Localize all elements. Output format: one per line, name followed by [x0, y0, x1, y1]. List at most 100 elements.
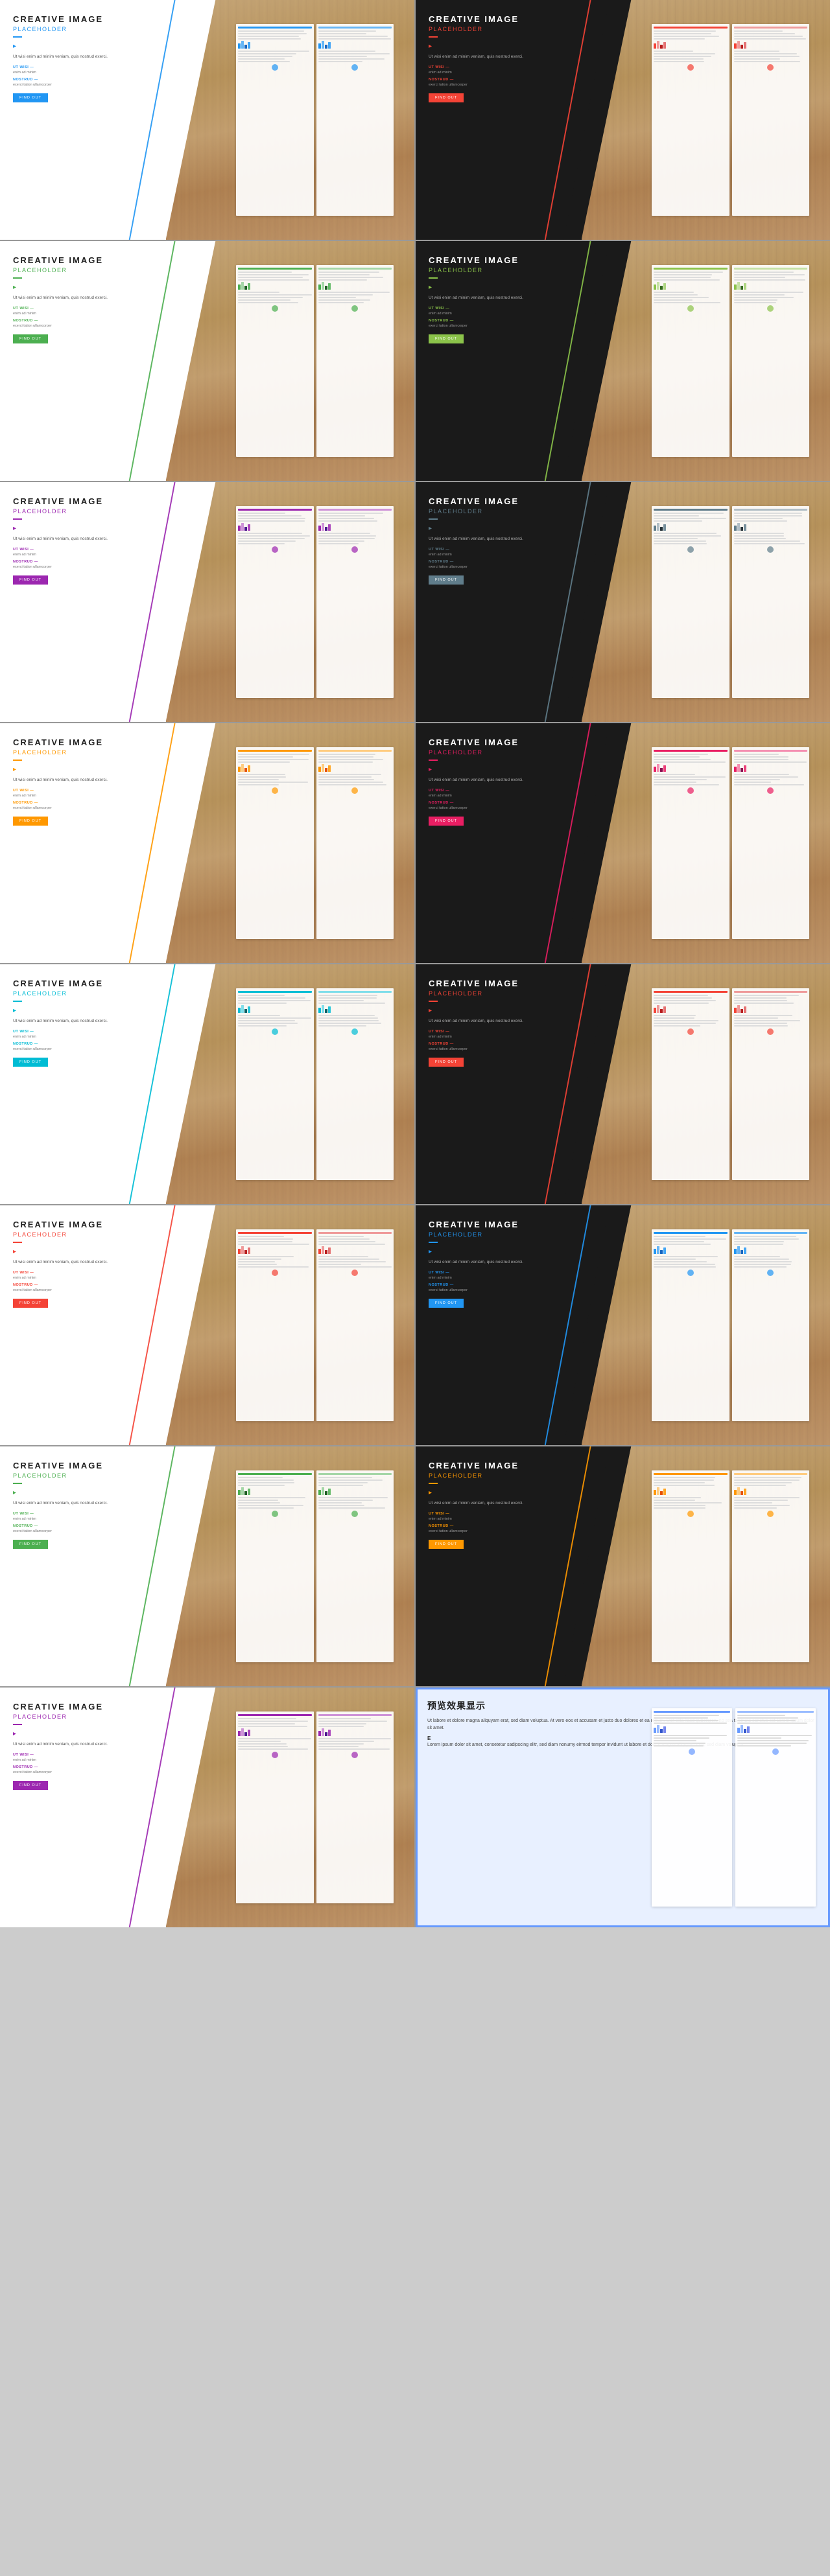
doc-page [236, 24, 313, 216]
card-2: CREATIVE IMAGEPLACEHOLDER▸Ut wisi enim a… [416, 0, 830, 240]
meta-section: Ut wisi —enim ad minimNostrud —exerci ta… [13, 1753, 176, 1776]
meta-text-1: enim ad minim [429, 1517, 592, 1522]
meta-section: Ut wisi —enim ad minimNostrud —exerci ta… [429, 65, 592, 88]
meta-text-1: enim ad minim [429, 312, 592, 317]
meta-label-2: Nostrud — [429, 319, 592, 323]
card-body: Ut wisi enim ad minim veniam, quis nostr… [429, 1500, 592, 1507]
card-13: CREATIVE IMAGEPLACEHOLDER▸Ut wisi enim a… [0, 1446, 414, 1686]
accent-divider [13, 1242, 22, 1243]
action-button[interactable]: Find out [13, 575, 48, 585]
accent-divider [429, 1242, 438, 1243]
doc-mock [236, 1229, 394, 1421]
meta-text-1: enim ad minim [429, 71, 592, 76]
doc-mock [652, 265, 809, 457]
meta-section: Ut wisi —enim ad minimNostrud —exerci ta… [13, 307, 176, 329]
doc-page [652, 265, 729, 457]
card-6: CREATIVE IMAGEPLACEHOLDER▸Ut wisi enim a… [416, 482, 830, 722]
doc-mock [236, 265, 394, 457]
card-11: CREATIVE IMAGEPLACEHOLDER▸Ut wisi enim a… [0, 1205, 414, 1445]
card-body: Ut wisi enim ad minim veniam, quis nostr… [13, 295, 176, 301]
card-body: Ut wisi enim ad minim veniam, quis nostr… [429, 295, 592, 301]
doc-page [316, 988, 394, 1180]
card-body: Ut wisi enim ad minim veniam, quis nostr… [13, 1741, 176, 1748]
doc-page [316, 1712, 394, 1903]
card-body: Ut wisi enim ad minim veniam, quis nostr… [13, 1018, 176, 1025]
doc-page [236, 265, 313, 457]
doc-mock [236, 1712, 394, 1903]
doc-page [652, 24, 729, 216]
accent-divider [429, 1001, 438, 1002]
doc-page [236, 1470, 313, 1662]
action-button[interactable]: Find out [429, 575, 464, 585]
card-body: Ut wisi enim ad minim veniam, quis nostr… [13, 54, 176, 60]
action-button[interactable]: Find out [429, 1540, 464, 1549]
meta-label-1: Ut wisi — [13, 789, 176, 793]
card-body: Ut wisi enim ad minim veniam, quis nostr… [429, 1259, 592, 1266]
accent-divider [13, 1483, 22, 1484]
meta-text-1: enim ad minim [13, 1758, 176, 1763]
action-button[interactable]: Find out [13, 334, 48, 343]
meta-text-2: exerci tation ullamcorper [429, 83, 592, 88]
meta-label-1: Ut wisi — [429, 307, 592, 310]
card-7: CREATIVE IMAGEPLACEHOLDER▸Ut wisi enim a… [0, 723, 414, 963]
action-button[interactable]: Find out [429, 93, 464, 102]
main-grid: CREATIVE IMAGEPLACEHOLDER▸Ut wisi enim a… [0, 0, 830, 1927]
action-button[interactable]: Find out [429, 1058, 464, 1067]
action-button[interactable]: Find out [13, 817, 48, 826]
card-10: CREATIVE IMAGEPLACEHOLDER▸Ut wisi enim a… [416, 964, 830, 1204]
meta-text-1: enim ad minim [13, 553, 176, 558]
card-12: CREATIVE IMAGEPLACEHOLDER▸Ut wisi enim a… [416, 1205, 830, 1445]
card-body: Ut wisi enim ad minim veniam, quis nostr… [13, 536, 176, 542]
card-8: CREATIVE IMAGEPLACEHOLDER▸Ut wisi enim a… [416, 723, 830, 963]
meta-label-1: Ut wisi — [13, 1753, 176, 1757]
meta-text-1: enim ad minim [13, 312, 176, 317]
card-body: Ut wisi enim ad minim veniam, quis nostr… [429, 536, 592, 542]
meta-section: Ut wisi —enim ad minimNostrud —exerci ta… [429, 1271, 592, 1294]
card-body: Ut wisi enim ad minim veniam, quis nostr… [429, 1018, 592, 1025]
action-button[interactable]: Find out [13, 93, 48, 102]
meta-text-2: exerci tation ullamcorper [429, 1288, 592, 1294]
card-16: 预览效果显示Ut labore et dolore magna aliquyam… [416, 1688, 830, 1927]
action-button[interactable]: Find out [429, 334, 464, 343]
accent-divider [429, 518, 438, 520]
accent-divider [13, 1724, 22, 1725]
meta-text-2: exerci tation ullamcorper [429, 1529, 592, 1535]
action-button[interactable]: Find out [13, 1058, 48, 1067]
meta-text-1: enim ad minim [429, 1276, 592, 1281]
card-body: Ut wisi enim ad minim veniam, quis nostr… [13, 1259, 176, 1266]
meta-text-2: exerci tation ullamcorper [13, 324, 176, 329]
doc-page [732, 1229, 809, 1421]
accent-divider [13, 760, 22, 761]
card-body: Ut wisi enim ad minim veniam, quis nostr… [13, 1500, 176, 1507]
action-button[interactable]: Find out [13, 1299, 48, 1308]
doc-page [652, 988, 729, 1180]
doc-mock [652, 988, 809, 1180]
accent-divider [13, 518, 22, 520]
doc-mock [236, 506, 394, 698]
doc-page [652, 1708, 732, 1907]
meta-label-1: Ut wisi — [13, 548, 176, 551]
meta-section: Ut wisi —enim ad minimNostrud —exerci ta… [429, 789, 592, 811]
doc-page [652, 506, 729, 698]
card-body: Ut wisi enim ad minim veniam, quis nostr… [13, 777, 176, 783]
meta-label-1: Ut wisi — [429, 1271, 592, 1275]
doc-mock [236, 24, 394, 216]
action-button[interactable]: Find out [13, 1781, 48, 1790]
meta-label-2: Nostrud — [429, 560, 592, 564]
meta-label-1: Ut wisi — [13, 1030, 176, 1034]
card-9: CREATIVE IMAGEPLACEHOLDER▸Ut wisi enim a… [0, 964, 414, 1204]
card-3: CREATIVE IMAGEPLACEHOLDER▸Ut wisi enim a… [0, 241, 414, 481]
action-button[interactable]: Find out [429, 1299, 464, 1308]
action-button[interactable]: Find out [429, 817, 464, 826]
accent-divider [13, 1001, 22, 1002]
doc-mock [652, 747, 809, 939]
doc-page [316, 265, 394, 457]
action-button[interactable]: Find out [13, 1540, 48, 1549]
meta-label-1: Ut wisi — [429, 1030, 592, 1034]
doc-page [732, 1470, 809, 1662]
meta-section: Ut wisi —enim ad minimNostrud —exerci ta… [13, 548, 176, 570]
meta-label-1: Ut wisi — [13, 1271, 176, 1275]
doc-page [652, 747, 729, 939]
meta-section: Ut wisi —enim ad minimNostrud —exerci ta… [13, 65, 176, 88]
meta-section: Ut wisi —enim ad minimNostrud —exerci ta… [429, 548, 592, 570]
